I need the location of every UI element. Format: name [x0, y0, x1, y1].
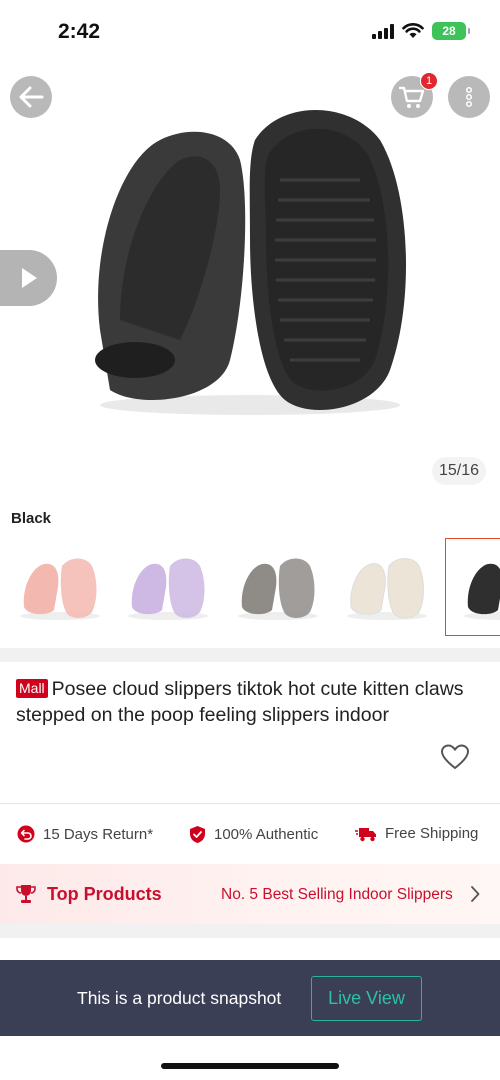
shipping-label: Free Shipping: [385, 825, 479, 842]
snapshot-message: This is a product snapshot: [77, 988, 282, 1008]
more-vertical-icon: [465, 86, 473, 108]
status-bar: 2:42 28: [0, 0, 500, 60]
battery-icon: 28: [432, 22, 470, 40]
product-image-gallery[interactable]: 1 15/16: [0, 60, 500, 500]
free-shipping: Free Shipping: [355, 825, 478, 842]
variation-selector: [0, 538, 500, 638]
authentic-label: 100% Authentic: [214, 826, 319, 843]
bottom-safe-area: [0, 1036, 500, 1080]
variation-thumbnail: [128, 558, 208, 620]
cellular-signal-icon: [372, 23, 394, 39]
chevron-right-icon: [471, 886, 480, 902]
top-products-banner[interactable]: Top Products No. 5 Best Selling Indoor S…: [0, 864, 500, 924]
authentic-guarantee: 100% Authentic: [189, 825, 318, 844]
more-options-button[interactable]: [448, 76, 490, 118]
section-gap: [0, 924, 500, 938]
shopping-cart-icon: [399, 86, 425, 108]
product-info: Mall Posee cloud slippers tiktok hot cute…: [0, 662, 500, 802]
status-icons: 28: [372, 22, 470, 40]
service-guarantees[interactable]: 15 Days Return* 100% Authentic Free Ship…: [0, 815, 500, 853]
variation-thumbnail: [347, 558, 427, 620]
shield-check-icon: [190, 826, 205, 843]
image-counter: 15/16: [432, 457, 486, 485]
battery-level: 28: [442, 24, 456, 38]
return-icon: [17, 825, 35, 843]
variation-thumbnail: [464, 563, 500, 620]
return-label: 15 Days Return*: [43, 825, 154, 843]
variation-option-selected[interactable]: [445, 538, 500, 636]
variation-option[interactable]: [228, 538, 328, 636]
status-time: 2:42: [58, 20, 101, 43]
mall-badge: Mall: [16, 679, 48, 698]
variation-option[interactable]: [10, 538, 110, 636]
variation-thumbnail: [20, 558, 100, 620]
home-indicator[interactable]: [161, 1063, 339, 1069]
variation-swatch: [467, 563, 500, 615]
selected-variation-label: Black: [11, 510, 52, 527]
return-policy: 15 Days Return*: [17, 825, 153, 843]
arrow-left-icon: [19, 86, 44, 108]
variation-thumbnail: [238, 558, 318, 620]
variation-option[interactable]: [118, 538, 218, 636]
snapshot-bar: This is a product snapshot Live View: [0, 960, 500, 1036]
variation-swatch: [23, 563, 59, 615]
section-gap: [0, 648, 500, 662]
variation-swatch: [350, 563, 386, 615]
play-video-button[interactable]: [0, 250, 57, 306]
best-seller-rank[interactable]: No. 5 Best Selling Indoor Slippers: [221, 886, 453, 904]
truck-icon: [355, 827, 376, 841]
back-button[interactable]: [10, 76, 52, 118]
trophy-icon: [16, 885, 36, 903]
variation-swatch: [131, 563, 167, 615]
product-title-text: Posee cloud slippers tiktok hot cute kit…: [16, 678, 464, 726]
wifi-icon: [402, 23, 424, 38]
divider: [0, 803, 500, 804]
product-image: [95, 110, 407, 415]
product-title: Mall Posee cloud slippers tiktok hot cute…: [16, 676, 486, 728]
cart-count-badge: 1: [420, 72, 438, 90]
variation-swatch: [241, 563, 277, 615]
live-view-button[interactable]: Live View: [311, 976, 422, 1021]
play-icon: [21, 268, 37, 288]
variation-option[interactable]: [337, 538, 437, 636]
heart-icon[interactable]: [440, 744, 470, 770]
cart-button[interactable]: 1: [391, 72, 438, 118]
top-products-title: Top Products: [47, 884, 162, 904]
